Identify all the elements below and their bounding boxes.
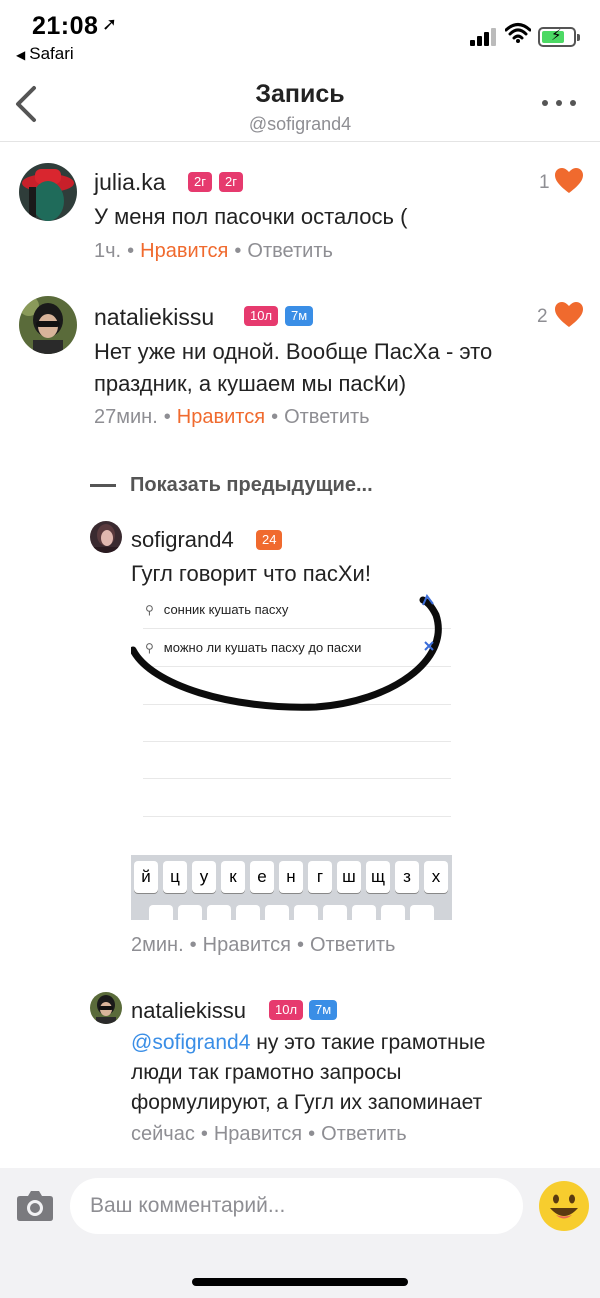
comment-text-line: Нет уже ни одной. Вообще ПасХа - это [94, 339, 493, 364]
like-button[interactable]: Нравится [214, 1123, 302, 1145]
camera-icon[interactable] [16, 1188, 54, 1222]
reply-button[interactable]: Ответить [284, 406, 370, 428]
comment-meta: 1ч. • Нравится • Ответить [94, 240, 333, 262]
page-title: Запись [255, 80, 345, 108]
wifi-icon [505, 23, 531, 43]
comment-text: У меня пол пасочки осталось ( [94, 204, 408, 229]
keyboard-key: е [250, 861, 274, 893]
reply-button[interactable]: Ответить [247, 240, 333, 262]
reply-text: Гугл говорит что пасХи! [131, 561, 371, 586]
back-to-app-link[interactable]: ◀ Safari [16, 44, 74, 64]
like-count: 1 [539, 172, 550, 193]
show-previous-label: Показать предыдущие... [130, 474, 373, 496]
status-badge: 2г [219, 172, 243, 192]
reply-time: сейчас [131, 1123, 195, 1145]
cellular-signal-icon [470, 28, 498, 46]
reply-button[interactable]: Ответить [321, 1123, 407, 1145]
reply-meta: сейчас • Нравится • Ответить [131, 1123, 407, 1145]
mention-link[interactable]: @sofigrand4 [131, 1031, 250, 1054]
comment-time: 27мин. [94, 406, 158, 428]
reply-text: @sofigrand4 ну это такие грамотные люди … [131, 1028, 485, 1118]
keyboard-key: ш [337, 861, 361, 893]
reply-button[interactable]: Ответить [310, 934, 396, 956]
keyboard-key: з [395, 861, 419, 893]
comment-meta: 27мин. • Нравится • Ответить [94, 406, 370, 428]
smiley-icon[interactable] [538, 1180, 590, 1232]
more-icon[interactable] [542, 98, 576, 108]
reply-text-line: люди так грамотно запросы [131, 1061, 402, 1084]
comment-time: 1ч. [94, 240, 122, 262]
reply-text-line: ну это такие грамотные [250, 1031, 486, 1054]
home-indicator[interactable] [192, 1278, 408, 1286]
status-bar: 21:08 ➚ ◀ Safari ⚡ [0, 0, 600, 70]
avatar[interactable] [19, 296, 77, 354]
heart-icon[interactable] [555, 302, 583, 328]
keyboard-key: щ [366, 861, 390, 893]
reply-username[interactable]: nataliekissu [131, 998, 246, 1024]
back-app-label: Safari [29, 44, 74, 63]
comment-composer: Ваш комментарий... [0, 1168, 600, 1298]
reply-username[interactable]: sofigrand4 [131, 527, 234, 553]
keyboard-key: у [192, 861, 216, 893]
comment-text-line: праздник, а кушаем мы пасКи) [94, 371, 407, 396]
keyboard-key: н [279, 861, 303, 893]
like-count: 2 [537, 306, 548, 327]
reply-meta: 2мин. • Нравится • Ответить [131, 934, 396, 956]
keyboard-key: к [221, 861, 245, 893]
comment-username[interactable]: nataliekissu [94, 304, 214, 331]
attached-screenshot[interactable]: ⚲ сонник кушать пасху ⚲ можно ли кушать па… [131, 590, 452, 920]
avatar[interactable] [19, 163, 77, 221]
back-triangle-icon: ◀ [16, 48, 26, 62]
charging-bolt-icon: ⚡ [551, 27, 562, 44]
hand-drawn-circle [131, 594, 442, 711]
keyboard: й ц у к е н г ш щ з х [131, 855, 452, 920]
reply-text-line: формулируют, а Гугл их запоминает [131, 1091, 483, 1114]
status-badge: 7м [309, 1000, 338, 1020]
status-badge: 7м [285, 306, 314, 326]
avatar[interactable] [90, 521, 122, 553]
nav-header: Запись @sofigrand4 [0, 70, 600, 142]
like-button[interactable]: Нравится [140, 240, 228, 262]
like-button[interactable]: Нравится [203, 934, 291, 956]
status-badge: 10л [269, 1000, 304, 1020]
location-arrow-icon: ➚ [102, 14, 118, 34]
show-previous-button[interactable]: Показать предыдущие... [90, 474, 373, 497]
keyboard-key: х [424, 861, 448, 893]
comment-text: Нет уже ни одной. Вообще ПасХа - это пра… [94, 336, 492, 400]
comment-input[interactable]: Ваш комментарий... [70, 1178, 523, 1234]
keyboard-key: г [308, 861, 332, 893]
keyboard-key: й [134, 861, 158, 893]
battery-icon: ⚡ [538, 27, 580, 47]
keyboard-key: ц [163, 861, 187, 893]
status-badge: 10л [244, 306, 279, 326]
collapse-dash-icon [90, 484, 116, 488]
avatar[interactable] [90, 992, 122, 1024]
status-badge: 24 [256, 530, 283, 550]
page-subtitle[interactable]: @sofigrand4 [0, 114, 600, 135]
status-badge: 2г [188, 172, 212, 192]
status-time: 21:08 [32, 12, 99, 40]
heart-icon[interactable] [555, 168, 583, 194]
comment-username[interactable]: julia.ka [94, 169, 166, 196]
like-button[interactable]: Нравится [177, 406, 265, 428]
reply-time: 2мин. [131, 934, 184, 956]
